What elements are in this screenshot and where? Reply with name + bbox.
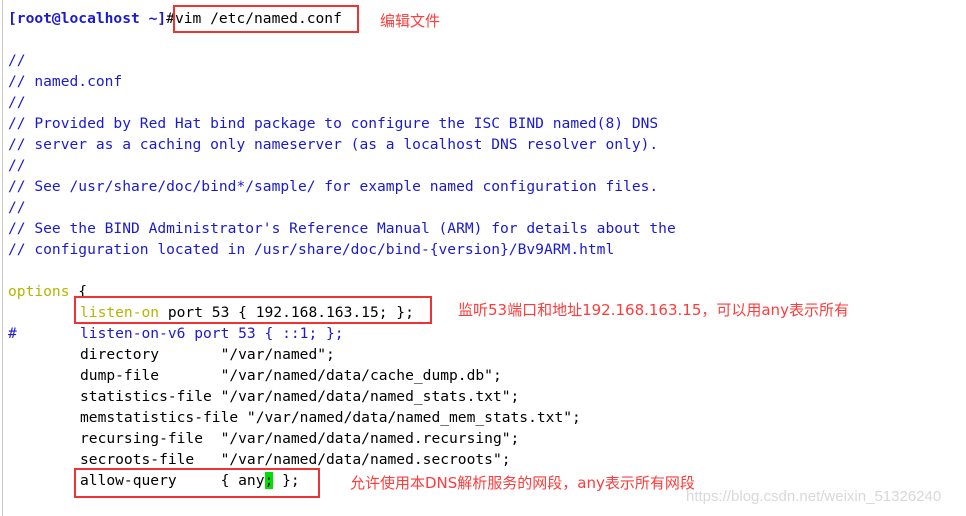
comment-line: // See /usr/share/doc/bind*/sample/ for … [8,178,659,195]
comment-line: // [8,52,26,69]
annotation-allow: 允许使用本DNS解析服务的网段，any表示所有网段 [350,474,695,492]
config-line: statistics-file "/var/named/data/named_s… [80,388,520,405]
highlight-box-listen [74,296,432,324]
comment-line: // [8,199,26,216]
comment-line: // named.conf [8,73,123,90]
partial-line: // [80,512,98,516]
highlight-box-allow [74,468,320,498]
config-line: dump-file "/var/named/data/cache_dump.db… [80,367,502,384]
config-line: directory "/var/named"; [80,346,335,363]
config-line: recursing-file "/var/named/data/named.re… [80,430,520,447]
hash-mark: # [8,325,17,342]
config-line: memstatistics-file "/var/named/data/name… [80,409,581,426]
options-keyword: options [8,283,70,300]
terminal-screenshot: [root@localhost ~]#vim /etc/named.conf /… [0,0,966,516]
window-edge [2,0,3,516]
comment-line: // [8,94,26,111]
shell-prompt: [root@localhost ~] [8,10,167,27]
comment-line: // Provided by Red Hat bind package to c… [8,115,659,132]
config-line: secroots-file "/var/named/data/named.sec… [80,451,511,468]
annotation-edit: 编辑文件 [380,12,441,30]
comment-line: // See the BIND Administrator's Referenc… [8,220,676,237]
comment-line: // server as a caching only nameserver (… [8,136,659,153]
watermark: https://blog.csdn.net/weixin_51326240 [686,488,942,505]
comment-line: // configuration located in /usr/share/d… [8,241,615,258]
listen-v6-line: listen-on-v6 port 53 { ::1; }; [80,325,344,342]
comment-line: // [8,157,26,174]
annotation-listen: 监听53端口和地址192.168.163.15，可以用any表示所有 [458,301,849,319]
highlight-box-command [173,5,359,33]
